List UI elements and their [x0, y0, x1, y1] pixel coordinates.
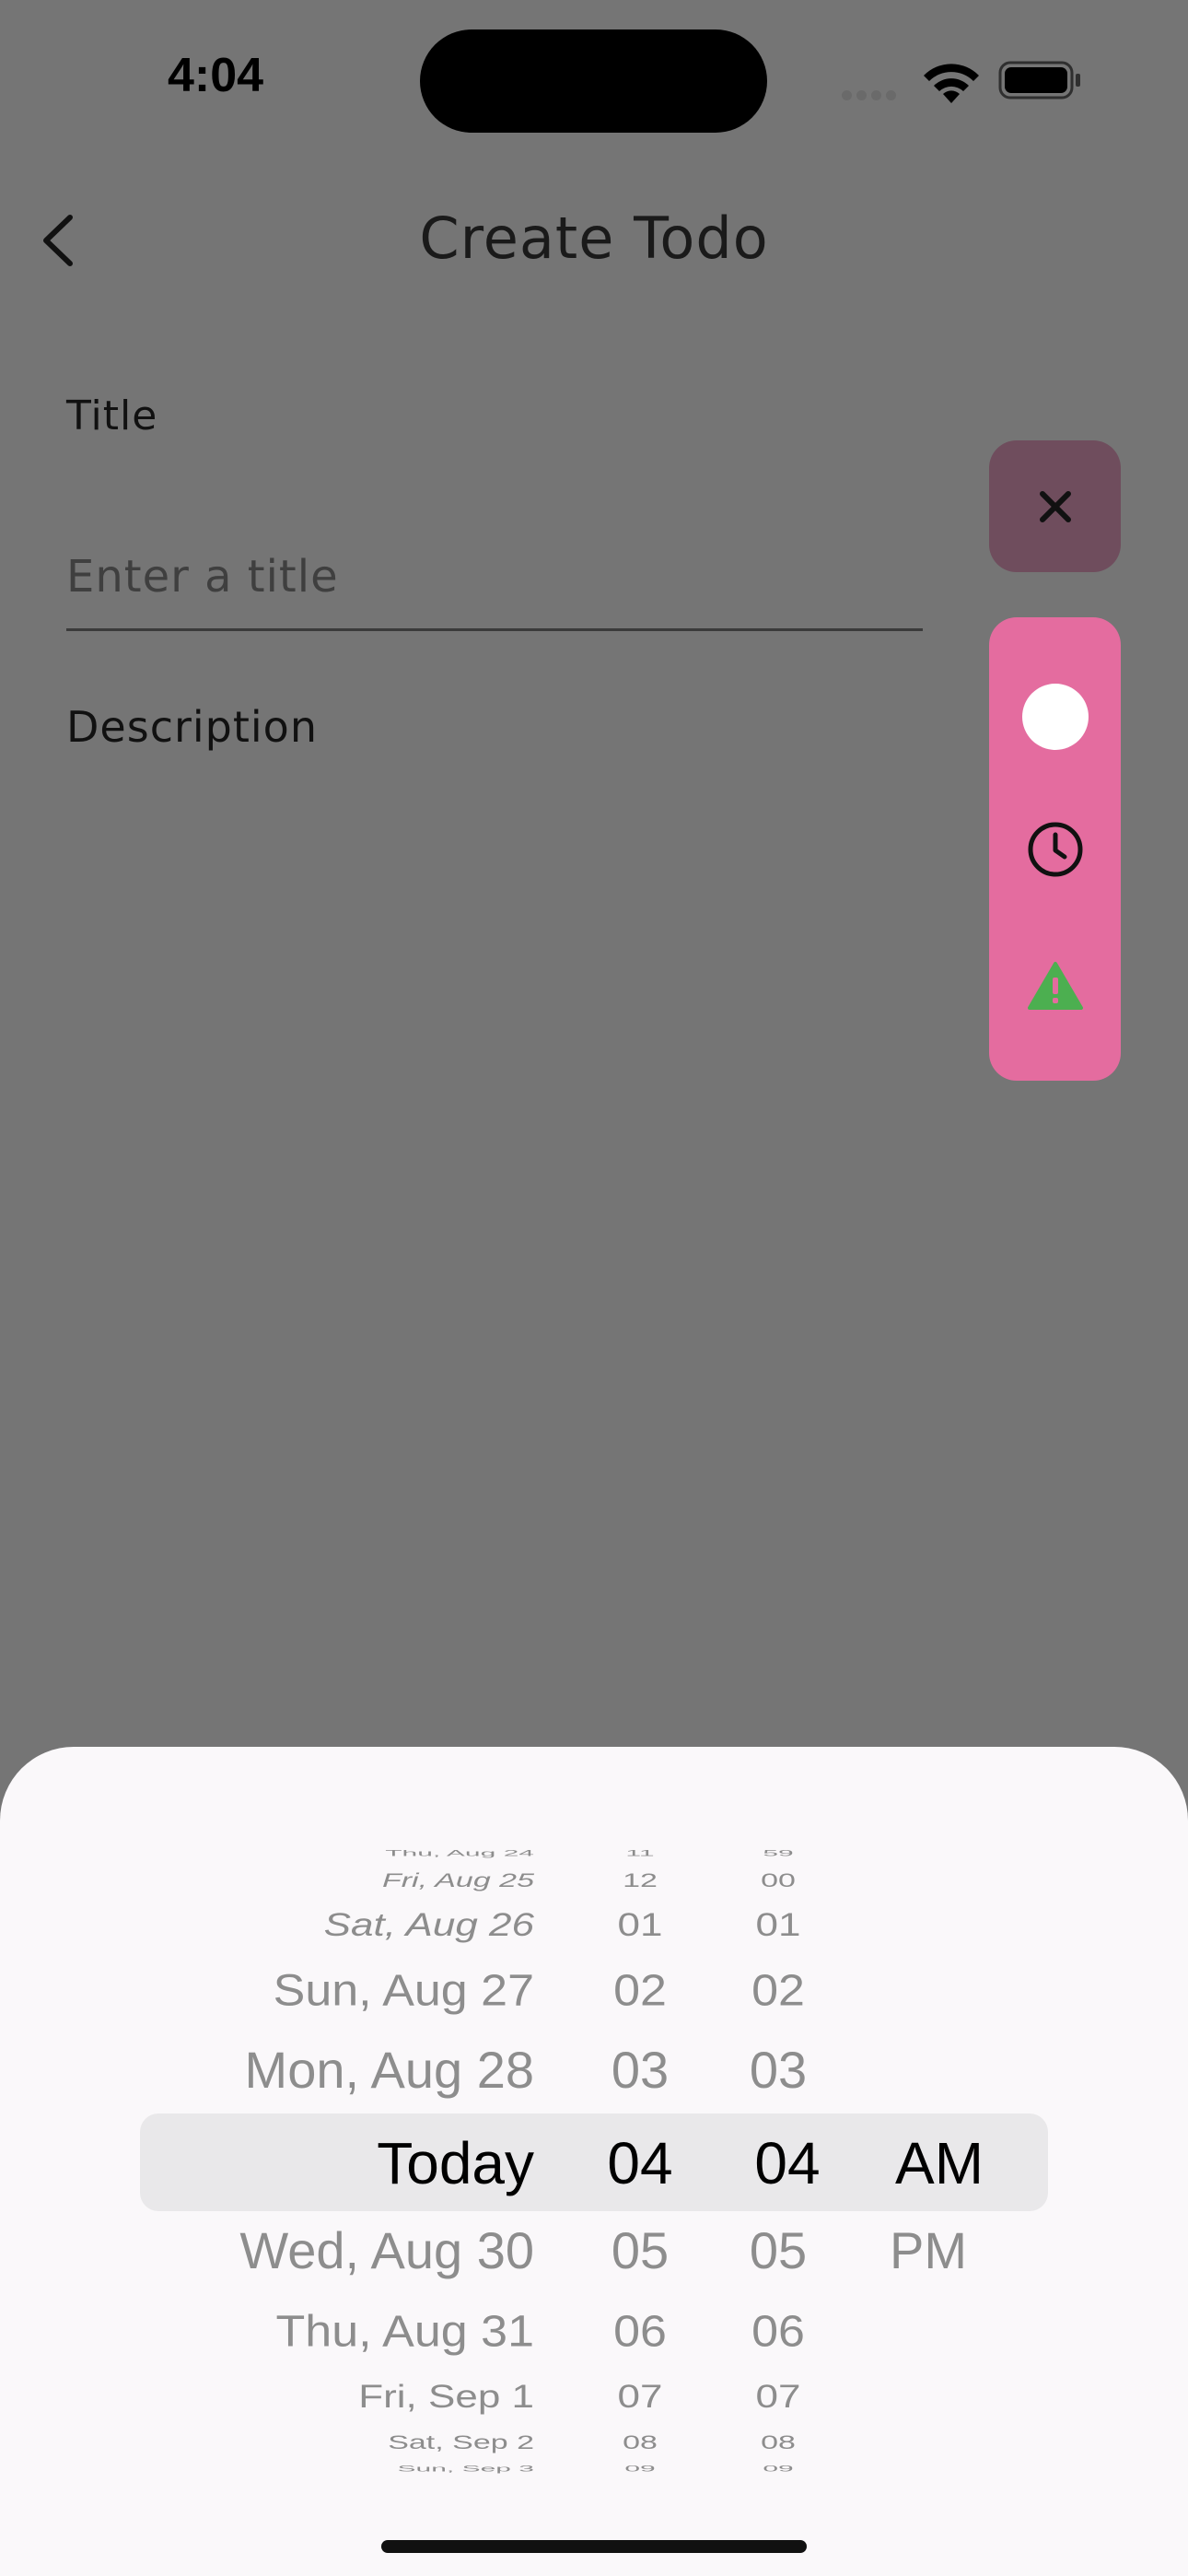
date-option[interactable]: Sat, Sep 2: [388, 2422, 534, 2462]
hour-option[interactable]: 02: [599, 1961, 681, 2020]
minute-option[interactable]: 01: [737, 1900, 820, 1951]
color-swatch: [1021, 684, 1089, 750]
minute-option[interactable]: 05: [737, 2219, 820, 2283]
close-tools-button[interactable]: [989, 440, 1121, 572]
minute-option-selected[interactable]: 04: [746, 2131, 829, 2195]
page-title: Create Todo: [419, 205, 769, 272]
clock-icon: [1028, 822, 1082, 877]
hour-option[interactable]: 09: [599, 2460, 681, 2479]
hour-option[interactable]: 07: [599, 2371, 681, 2423]
cellular-signal-icon: [842, 87, 901, 104]
date-option[interactable]: Mon, Aug 28: [245, 2038, 534, 2102]
date-option[interactable]: Fri, Sep 1: [358, 2371, 534, 2423]
minute-option[interactable]: 00: [737, 1860, 820, 1900]
date-option[interactable]: Sun, Sep 3: [398, 2460, 534, 2479]
minute-option[interactable]: 07: [737, 2371, 820, 2423]
time-picker-button[interactable]: [989, 799, 1121, 900]
home-indicator: [381, 2540, 807, 2553]
hour-option[interactable]: 12: [599, 1860, 681, 1900]
priority-button[interactable]: [989, 935, 1121, 1036]
date-option[interactable]: Thu, Aug 31: [276, 2302, 534, 2361]
date-option-selected[interactable]: Today: [377, 2131, 534, 2195]
minute-option[interactable]: 02: [737, 1961, 820, 2020]
tool-panel: [989, 617, 1121, 1081]
minute-option[interactable]: 08: [737, 2422, 820, 2462]
hour-option[interactable]: 08: [599, 2422, 681, 2462]
close-icon: [1039, 490, 1071, 522]
period-option[interactable]: PM: [873, 2219, 984, 2283]
title-label: Title: [66, 392, 158, 439]
hour-option[interactable]: 03: [599, 2038, 681, 2102]
color-picker-button[interactable]: [989, 666, 1121, 767]
date-time-picker[interactable]: Thu, Aug 24 Fri, Aug 25 Sat, Aug 26 Sun,…: [0, 1839, 1188, 2478]
period-option-selected[interactable]: AM: [884, 2131, 995, 2195]
description-label: Description: [66, 702, 318, 752]
warning-icon: [1027, 962, 1083, 1010]
hour-option-selected[interactable]: 04: [599, 2131, 681, 2195]
dynamic-island: [420, 29, 767, 133]
battery-icon: [998, 61, 1080, 100]
hour-option[interactable]: 05: [599, 2219, 681, 2283]
minute-option[interactable]: 06: [737, 2302, 820, 2361]
date-option[interactable]: Sun, Aug 27: [274, 1961, 534, 2020]
status-time: 4:04: [168, 49, 264, 102]
hour-option[interactable]: 01: [599, 1900, 681, 1951]
date-option[interactable]: Fri, Aug 25: [382, 1860, 534, 1900]
date-option[interactable]: Wed, Aug 30: [239, 2219, 534, 2283]
title-input[interactable]: [66, 525, 923, 631]
hour-option[interactable]: 06: [599, 2302, 681, 2361]
wifi-icon: [924, 64, 979, 103]
minute-option[interactable]: 03: [737, 2038, 820, 2102]
date-option[interactable]: Sat, Aug 26: [324, 1900, 534, 1951]
minute-option[interactable]: 09: [737, 2460, 820, 2479]
